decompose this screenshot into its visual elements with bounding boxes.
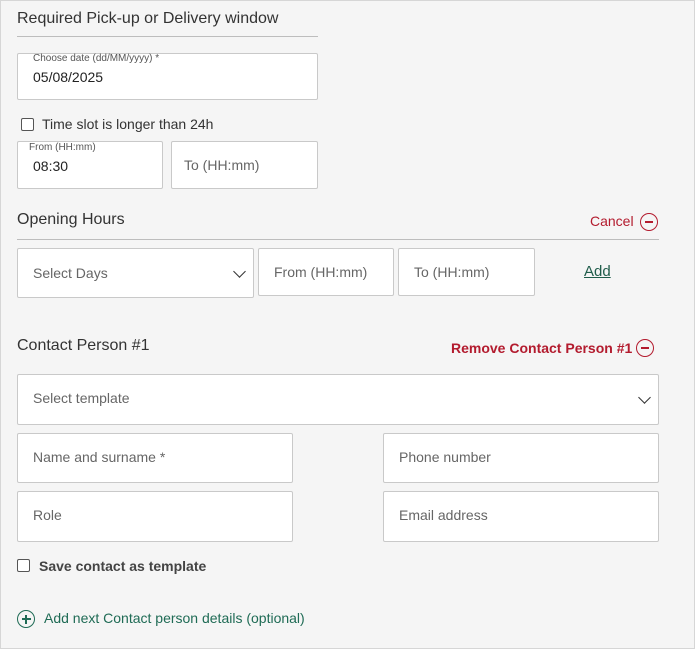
- opening-from-placeholder: From (HH:mm): [274, 264, 368, 280]
- to-time-field[interactable]: To (HH:mm): [171, 141, 318, 189]
- add-plus-icon[interactable]: [17, 610, 35, 628]
- from-time-value: 08:30: [33, 158, 69, 174]
- date-field-value: 05/08/2025: [33, 69, 104, 85]
- save-template-label: Save contact as template: [39, 558, 207, 574]
- chevron-down-icon: [233, 265, 246, 278]
- date-field-label: Choose date (dd/MM/yyyy) *: [33, 53, 160, 64]
- phone-number-field[interactable]: Phone number: [383, 433, 659, 483]
- to-time-placeholder: To (HH:mm): [184, 157, 260, 173]
- name-surname-field[interactable]: Name and surname *: [17, 433, 293, 483]
- email-address-field[interactable]: Email address: [383, 491, 659, 542]
- remove-minus-icon[interactable]: [636, 339, 654, 357]
- cancel-minus-icon[interactable]: [640, 213, 658, 231]
- add-next-contact-link[interactable]: Add next Contact person details (optiona…: [44, 610, 305, 626]
- pickup-divider: [17, 36, 318, 37]
- role-placeholder: Role: [33, 507, 62, 523]
- opening-hours-cancel-link[interactable]: Cancel: [590, 213, 634, 229]
- contact-person-title: Contact Person #1: [17, 337, 150, 354]
- email-address-placeholder: Email address: [399, 507, 488, 523]
- select-template-dropdown[interactable]: Select template: [17, 374, 659, 425]
- date-field[interactable]: Choose date (dd/MM/yyyy) * 05/08/2025: [17, 53, 318, 100]
- select-template-placeholder: Select template: [33, 390, 130, 406]
- opening-to-field[interactable]: To (HH:mm): [398, 248, 535, 296]
- from-time-field[interactable]: From (HH:mm) 08:30: [17, 141, 163, 189]
- phone-number-placeholder: Phone number: [399, 449, 491, 465]
- longer-than-24h-label: Time slot is longer than 24h: [42, 116, 214, 132]
- opening-to-placeholder: To (HH:mm): [414, 264, 490, 280]
- from-time-label: From (HH:mm): [29, 142, 96, 153]
- name-surname-placeholder: Name and surname *: [33, 449, 166, 465]
- select-days-placeholder: Select Days: [33, 265, 108, 281]
- remove-contact-person-link[interactable]: Remove Contact Person #1: [451, 340, 632, 356]
- save-template-checkbox[interactable]: [17, 559, 30, 572]
- chevron-down-icon: [638, 391, 651, 404]
- add-opening-hours-link[interactable]: Add: [584, 263, 611, 280]
- pickup-window-title: Required Pick-up or Delivery window: [17, 10, 279, 27]
- opening-hours-divider: [17, 239, 659, 240]
- longer-than-24h-checkbox[interactable]: [21, 118, 34, 131]
- select-days-dropdown[interactable]: Select Days: [17, 248, 254, 298]
- opening-from-field[interactable]: From (HH:mm): [258, 248, 394, 296]
- opening-hours-title: Opening Hours: [17, 211, 125, 228]
- role-field[interactable]: Role: [17, 491, 293, 542]
